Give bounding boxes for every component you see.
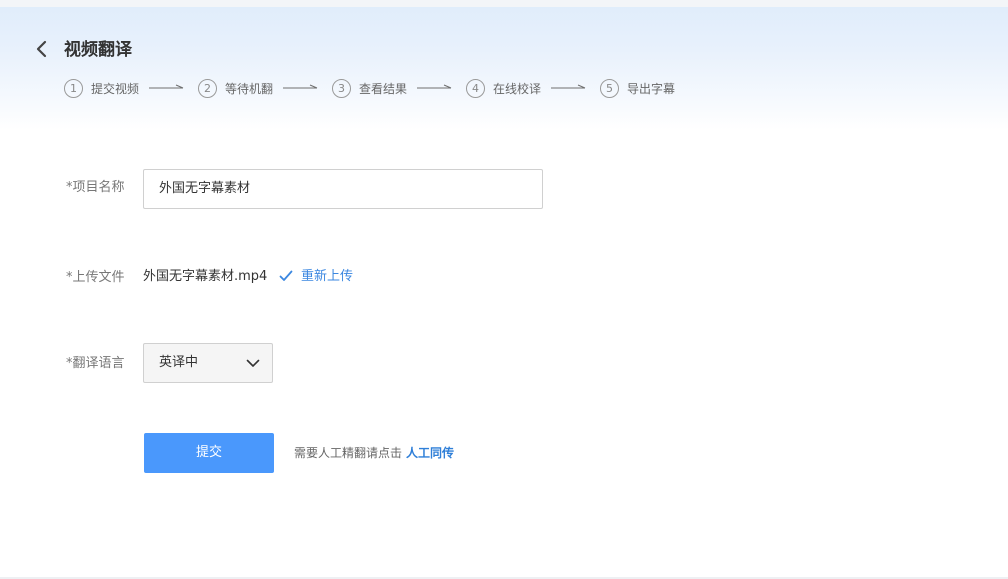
project-name-input[interactable]: 外国无字幕素材 bbox=[143, 169, 543, 209]
chevron-down-icon bbox=[246, 359, 260, 367]
submit-button[interactable]: 提交 bbox=[144, 433, 274, 473]
manual-interpretation-link[interactable]: 人工同传 bbox=[406, 446, 454, 460]
step-number: 4 bbox=[466, 79, 485, 98]
arrow-right-icon bbox=[417, 84, 452, 89]
upload-file-label: *上传文件 bbox=[66, 270, 125, 285]
project-name-value: 外国无字幕素材 bbox=[159, 181, 251, 196]
project-name-label: *项目名称 bbox=[66, 180, 125, 195]
step-label: 在线校译 bbox=[493, 82, 542, 96]
step-number: 3 bbox=[332, 79, 351, 98]
step-number: 1 bbox=[64, 79, 83, 98]
hint-text: 需要人工精翻请点击 bbox=[294, 446, 403, 460]
language-selected-value: 英译中 bbox=[159, 355, 199, 370]
step-number: 2 bbox=[198, 79, 217, 98]
arrow-right-icon bbox=[551, 84, 586, 89]
check-icon bbox=[279, 270, 293, 281]
language-label: *翻译语言 bbox=[66, 356, 125, 371]
back-button[interactable] bbox=[33, 38, 53, 60]
reupload-link[interactable]: 重新上传 bbox=[301, 267, 353, 287]
step-label: 提交视频 bbox=[91, 82, 140, 96]
arrow-right-icon bbox=[283, 84, 318, 89]
step-label: 等待机翻 bbox=[225, 82, 274, 96]
file-name: 外国无字幕素材.mp4 bbox=[143, 269, 268, 284]
page-title: 视频翻译 bbox=[64, 40, 132, 60]
page-header bbox=[0, 0, 1008, 130]
arrow-right-icon bbox=[149, 84, 184, 89]
step-number: 5 bbox=[600, 79, 619, 98]
step-label: 查看结果 bbox=[359, 82, 408, 96]
manual-translation-hint: 需要人工精翻请点击 人工同传 bbox=[294, 444, 454, 462]
top-edge bbox=[0, 0, 1008, 7]
video-translation-page: 视频翻译 1 提交视频 2 等待机翻 3 查看结果 4 在线校译 5 导出字幕 … bbox=[0, 0, 1008, 579]
step-label: 导出字幕 bbox=[627, 82, 676, 96]
language-select[interactable]: 英译中 bbox=[143, 343, 273, 383]
chevron-left-icon bbox=[36, 40, 47, 58]
